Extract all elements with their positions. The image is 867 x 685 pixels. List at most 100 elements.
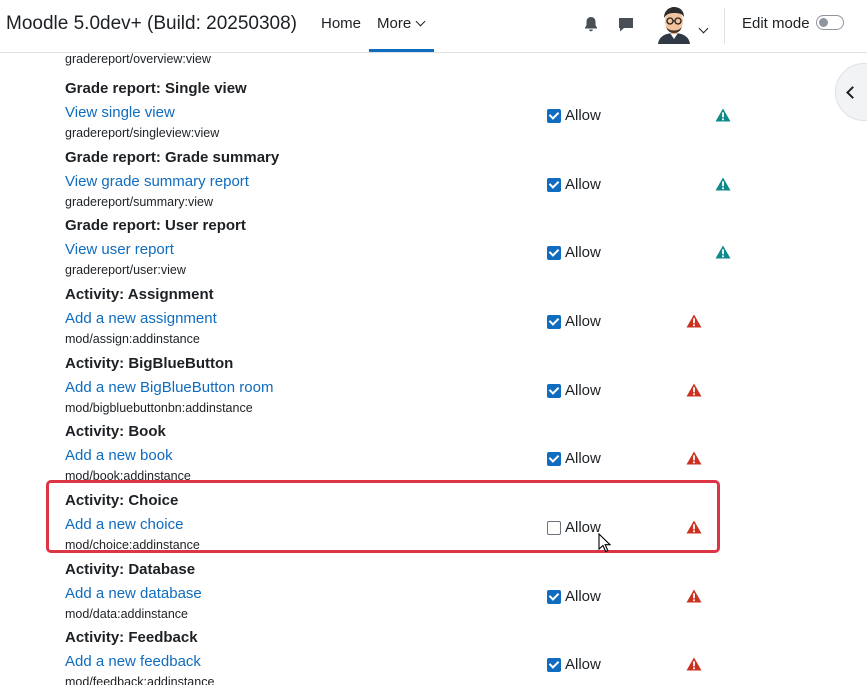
chevron-down-icon [698,23,709,34]
allow-control[interactable]: Allow [547,244,601,261]
capability-name: mod/book:addinstance [65,469,191,483]
allow-control[interactable]: Allow [547,656,601,673]
allow-label: Allow [565,107,601,124]
nav-more[interactable]: More [377,15,426,32]
capability-link[interactable]: Add a new assignment [65,310,217,327]
allow-control[interactable]: Allow [547,313,601,330]
capability-row: Grade report: Single view View single vie… [0,80,867,149]
capability-name: gradereport/overview:view [65,53,211,66]
edit-mode-label: Edit mode [742,15,810,32]
capability-link[interactable]: View single view [65,104,175,121]
warning-risk-icon[interactable] [686,520,702,534]
checkmark-icon [548,590,560,601]
info-risk-icon[interactable] [715,108,731,122]
checkmark-icon [548,178,560,189]
allow-label: Allow [565,519,601,536]
capability-name: gradereport/summary:view [65,195,213,209]
chevron-down-icon [415,16,426,27]
allow-control[interactable]: Allow [547,382,601,399]
toggle-knob [819,17,828,27]
component-heading: Activity: Database [65,561,196,578]
capability-link[interactable]: Add a new feedback [65,653,201,670]
capability-row: Grade report: Grade summary View grade su… [0,149,867,218]
warning-risk-icon[interactable] [686,657,702,671]
capability-name: mod/bigbluebuttonbn:addinstance [65,401,253,415]
capability-link[interactable]: View user report [65,241,174,258]
component-heading: Activity: BigBlueButton [65,355,234,372]
allow-label: Allow [565,313,601,330]
edit-mode-toggle[interactable] [816,15,844,30]
message-icon[interactable] [615,13,637,35]
allow-control[interactable]: Allow [547,519,601,536]
allow-control[interactable]: Allow [547,107,601,124]
component-heading: Activity: Choice [65,492,179,509]
allow-label: Allow [565,244,601,261]
capability-row: Grade report: User report View user repor… [0,217,867,286]
checkmark-icon [548,109,560,120]
allow-label: Allow [565,588,601,605]
component-heading: Grade report: User report [65,217,246,234]
capability-name: mod/choice:addinstance [65,538,200,552]
allow-checkbox[interactable] [547,314,561,329]
site-name[interactable]: Moodle 5.0dev+ (Build: 20250308) [6,13,297,35]
allow-control[interactable]: Allow [547,450,601,467]
allow-control[interactable]: Allow [547,176,601,193]
allow-checkbox[interactable] [547,383,561,398]
allow-checkbox[interactable] [547,451,561,466]
mouse-pointer-icon [598,533,612,553]
allow-label: Allow [565,176,601,193]
capability-row: Activity: Database Add a new database mod/… [0,561,867,630]
nav-more-label: More [377,15,412,32]
capability-link[interactable]: Add a new choice [65,516,183,533]
checkmark-icon [548,658,560,669]
allow-checkbox[interactable] [547,657,561,672]
nav-home[interactable]: Home [321,15,361,32]
allow-checkbox[interactable] [547,589,561,604]
capability-link[interactable]: Add a new BigBlueButton room [65,379,273,396]
capability-row: Activity: Book Add a new book mod/book:add… [0,423,867,492]
warning-risk-icon[interactable] [686,314,702,328]
capability-name: mod/assign:addinstance [65,332,200,346]
component-heading: Grade report: Grade summary [65,149,280,166]
allow-checkbox[interactable] [547,245,561,260]
allow-label: Allow [565,382,601,399]
capabilities-list: gradereport/overview:view Grade report: … [0,53,867,685]
allow-label: Allow [565,656,601,673]
navbar: Moodle 5.0dev+ (Build: 20250308) Home Mo… [0,0,867,53]
warning-risk-icon[interactable] [686,383,702,397]
info-risk-icon[interactable] [715,245,731,259]
capability-row: Activity: Choice Add a new choice mod/choi… [0,492,867,561]
capability-link[interactable]: View grade summary report [65,173,249,190]
allow-label: Allow [565,450,601,467]
info-risk-icon[interactable] [715,177,731,191]
checkmark-icon [548,315,560,326]
user-avatar[interactable] [656,4,692,44]
component-heading: Activity: Book [65,423,166,440]
capability-row: Activity: Feedback Add a new feedback mod/… [0,629,867,685]
allow-checkbox[interactable] [547,108,561,123]
checkmark-icon [548,452,560,463]
component-heading: Grade report: Single view [65,80,247,97]
capability-name: mod/feedback:addinstance [65,675,215,685]
warning-risk-icon[interactable] [686,589,702,603]
checkmark-icon [548,384,560,395]
active-nav-indicator [369,49,434,52]
bell-icon[interactable] [580,13,602,35]
capability-name: gradereport/user:view [65,263,186,277]
allow-checkbox[interactable] [547,177,561,192]
capability-row: Activity: BigBlueButton Add a new BigBlue… [0,355,867,424]
capability-name: mod/data:addinstance [65,607,189,621]
capability-name: gradereport/singleview:view [65,126,220,140]
allow-control[interactable]: Allow [547,588,601,605]
component-heading: Activity: Feedback [65,629,198,646]
capability-row: Activity: Assignment Add a new assignment… [0,286,867,355]
component-heading: Activity: Assignment [65,286,214,303]
capability-link[interactable]: Add a new book [65,447,173,464]
warning-risk-icon[interactable] [686,451,702,465]
allow-checkbox[interactable] [547,520,561,535]
checkmark-icon [548,246,560,257]
capability-link[interactable]: Add a new database [65,585,202,602]
user-menu-toggle[interactable] [698,19,709,37]
navbar-divider [724,8,725,44]
chevron-left-icon [846,85,859,99]
